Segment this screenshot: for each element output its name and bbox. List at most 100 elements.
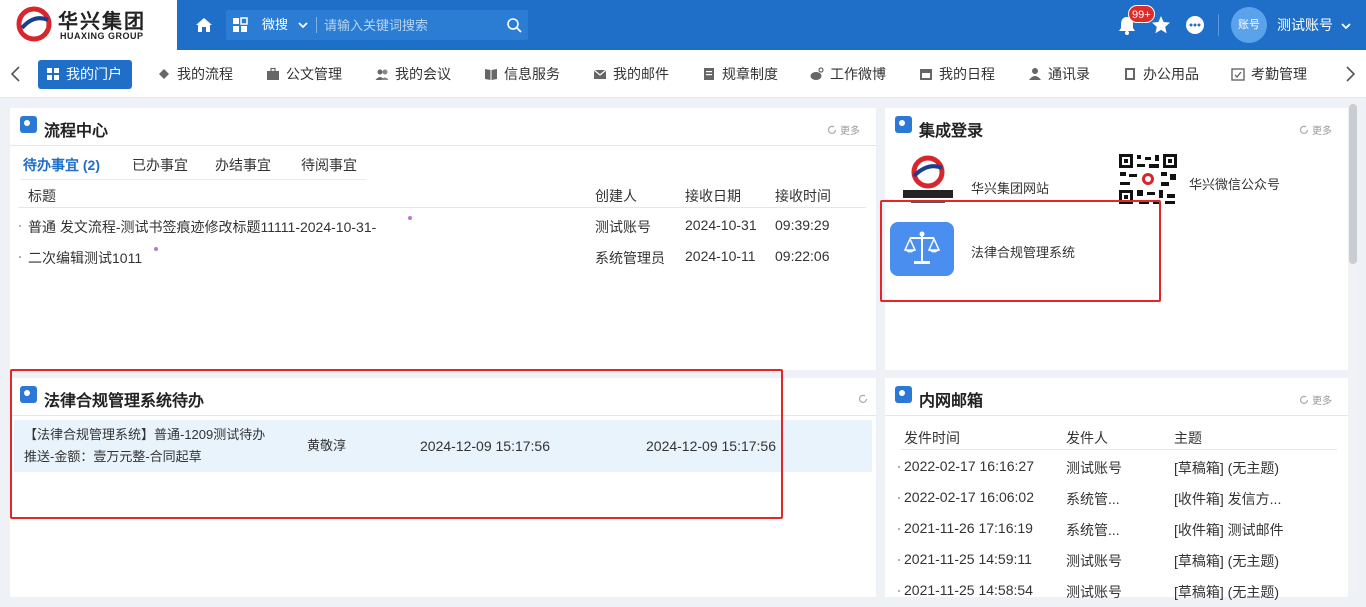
column-header-creator: 创建人 <box>595 188 637 204</box>
row-bullet <box>898 497 900 499</box>
chevron-down-icon[interactable] <box>1340 20 1352 32</box>
nav-item-my-portal[interactable]: 我的门户 <box>38 60 132 89</box>
mail-time: 2021-11-26 17:16:19 <box>904 520 1033 536</box>
panel-divider <box>10 145 876 146</box>
nav-item-label: 考勤管理 <box>1251 66 1307 82</box>
nav-item-label: 公文管理 <box>286 66 342 82</box>
panel-divider <box>885 415 1348 416</box>
nav-item-contacts[interactable]: 通讯录 <box>1028 60 1090 89</box>
row-date: 2024-10-31 <box>685 217 757 233</box>
search-input[interactable] <box>324 10 504 40</box>
todo-row[interactable]: 【法律合规管理系统】普通-1209测试待办 推送-金额：壹万元整-合同起草 黄敬… <box>14 420 872 472</box>
todo-time-created: 2024-12-09 15:17:56 <box>646 438 776 454</box>
panel-title: 流程中心 <box>44 123 109 140</box>
calendar-icon <box>920 69 932 80</box>
nav-item-attendance[interactable]: 考勤管理 <box>1231 60 1307 89</box>
nav-item-my-schedule[interactable]: 我的日程 <box>919 60 995 89</box>
column-header-title: 标题 <box>28 188 56 204</box>
home-icon[interactable] <box>193 14 215 36</box>
nav-item-label: 我的会议 <box>395 66 451 82</box>
row-time: 09:22:06 <box>775 248 830 264</box>
nav-item-document-mgmt[interactable]: 公文管理 <box>266 60 342 89</box>
row-bullet <box>19 225 21 227</box>
page-scrollbar[interactable] <box>1349 104 1357 594</box>
refresh-icon <box>1299 125 1309 134</box>
star-icon[interactable] <box>1150 14 1172 36</box>
more-link[interactable]: 更多 <box>1299 122 1332 137</box>
attendance-icon <box>1231 68 1245 81</box>
header-divider <box>1218 14 1219 36</box>
mail-sender: 测试账号 <box>1066 584 1122 600</box>
avatar[interactable]: 账号 <box>1231 7 1267 43</box>
nav-item-my-meetings[interactable]: 我的会议 <box>375 60 451 89</box>
chevron-right-icon[interactable] <box>1342 64 1358 84</box>
mail-time: 2022-02-17 16:16:27 <box>904 458 1034 474</box>
column-header-time: 接收时间 <box>775 188 831 204</box>
weibo-icon <box>810 67 824 80</box>
todo-title-line2[interactable]: 推送-金额：壹万元整-合同起草 <box>24 446 202 468</box>
mail-icon <box>593 69 607 79</box>
system-link-website[interactable]: 华兴集团网站 <box>899 152 1109 208</box>
book-icon <box>485 69 497 80</box>
apps-icon[interactable] <box>232 17 248 33</box>
nav-item-info-service[interactable]: 信息服务 <box>484 60 560 89</box>
search-scope-select[interactable]: 微搜 <box>262 10 288 40</box>
tab-to-read[interactable]: 待阅事宜 <box>301 154 357 180</box>
chevron-left-icon[interactable] <box>8 64 24 84</box>
system-link-legal-compliance[interactable]: 法律合规管理系统 <box>890 222 1140 280</box>
nav-item-label: 我的日程 <box>939 66 995 82</box>
process-center-panel: 流程中心 更多 待办事宜 (2) 已办事宜 办结事宜 待阅事宜 标题 创建人 接… <box>10 108 876 370</box>
todo-person: 黄敬淳 <box>307 438 347 453</box>
more-label: 更多 <box>1312 396 1332 407</box>
tab-completed[interactable]: 办结事宜 <box>215 154 271 180</box>
more-label: 更多 <box>840 126 860 137</box>
mail-time: 2021-11-25 14:59:11 <box>904 551 1032 567</box>
nav-item-label: 工作微博 <box>830 66 886 82</box>
more-link[interactable]: 更多 <box>827 122 860 137</box>
nav-item-my-workflow[interactable]: 我的流程 <box>157 60 233 89</box>
scrollbar-thumb[interactable] <box>1349 104 1357 264</box>
mail-sender: 系统管... <box>1066 491 1120 507</box>
tag-icon <box>20 386 37 403</box>
search-icon[interactable] <box>506 17 522 33</box>
panel-divider <box>10 415 876 416</box>
tab-done[interactable]: 已办事宜 <box>132 154 188 180</box>
main-nav: 我的门户 我的流程 公文管理 我的会议 信息服务 我的邮件 规章制度 工作微博 … <box>0 50 1366 98</box>
row-creator: 测试账号 <box>595 219 651 235</box>
panel-title: 法律合规管理系统待办 <box>44 393 205 410</box>
column-header-date: 接收日期 <box>685 188 741 204</box>
workflow-icon <box>159 69 169 79</box>
user-name[interactable]: 测试账号 <box>1277 0 1333 50</box>
panel-title: 集成登录 <box>919 123 984 140</box>
nav-item-regulations[interactable]: 规章制度 <box>702 60 778 89</box>
mail-subject[interactable]: [草稿箱] (无主题) <box>1174 458 1279 478</box>
mail-sender: 测试账号 <box>1066 553 1122 569</box>
row-date: 2024-10-11 <box>685 248 756 264</box>
row-title[interactable]: 普通 发文流程-测试书签痕迹修改标题11111-2024-10-31- <box>28 217 376 237</box>
nav-item-my-mail[interactable]: 我的邮件 <box>593 60 669 89</box>
more-link[interactable]: 更多 <box>1299 392 1332 407</box>
tab-pending[interactable]: 待办事宜 (2) <box>23 154 100 180</box>
contact-icon <box>1029 68 1041 80</box>
mail-subject[interactable]: [草稿箱] (无主题) <box>1174 582 1279 602</box>
mail-subject[interactable]: [收件箱] 测试邮件 <box>1174 520 1284 540</box>
mail-subject[interactable]: [草稿箱] (无主题) <box>1174 551 1279 571</box>
qr-code-icon <box>1118 153 1178 205</box>
nav-item-work-weibo[interactable]: 工作微博 <box>810 60 886 89</box>
tag-icon <box>895 116 912 133</box>
nav-item-label: 我的邮件 <box>613 66 669 82</box>
chevron-down-icon[interactable] <box>298 20 308 30</box>
mail-subject[interactable]: [收件箱] 发信方... <box>1174 489 1281 509</box>
nav-item-label: 我的门户 <box>66 66 122 82</box>
huaxing-logo-icon <box>903 155 953 203</box>
nav-item-office-supplies[interactable]: 办公用品 <box>1123 60 1199 89</box>
table-divider <box>18 207 866 208</box>
more-dots-icon[interactable] <box>1184 14 1206 36</box>
row-bullet <box>898 559 900 561</box>
brand-logo[interactable]: 华兴集团 HUAXING GROUP <box>0 0 177 50</box>
system-link-wechat[interactable]: 华兴微信公众号 <box>1117 152 1337 208</box>
refresh-icon[interactable] <box>858 394 868 404</box>
nav-item-label: 规章制度 <box>722 66 778 82</box>
todo-title-line1[interactable]: 【法律合规管理系统】普通-1209测试待办 <box>24 424 265 446</box>
row-title[interactable]: 二次编辑测试1011 <box>28 248 142 268</box>
